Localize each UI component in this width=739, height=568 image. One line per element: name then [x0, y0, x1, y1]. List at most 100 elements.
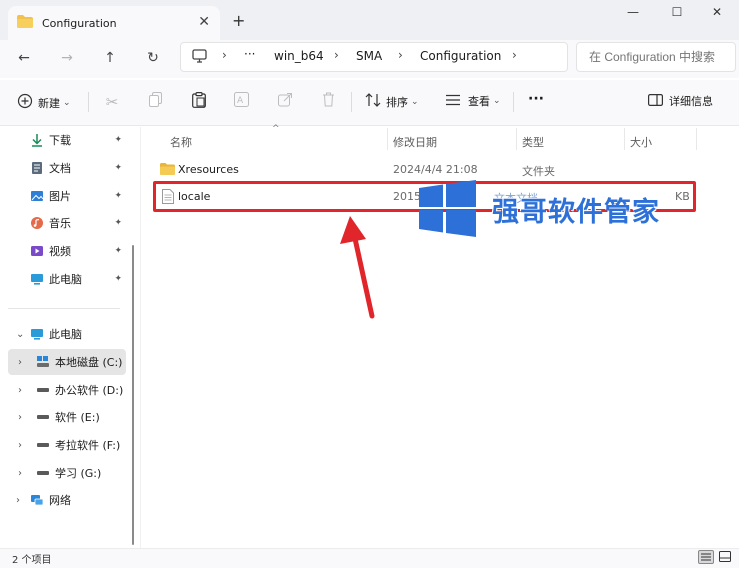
column-separator[interactable] — [624, 128, 625, 150]
details-button[interactable]: 详细信息 — [648, 93, 713, 109]
forward-button[interactable]: → — [56, 48, 78, 68]
chevron-right-icon[interactable]: › — [18, 440, 22, 451]
sidebar-item-drive-f[interactable]: › 考拉软件 (F:) — [8, 432, 126, 458]
tab-close-icon[interactable]: ✕ — [198, 14, 210, 30]
column-header-type[interactable]: 类型 — [522, 134, 544, 150]
chevron-right-icon[interactable]: › — [18, 385, 22, 396]
sidebar-item-drive-d[interactable]: › 办公软件 (D:) — [8, 377, 126, 403]
breadcrumb-win-b64[interactable]: win_b64 — [274, 49, 324, 63]
breadcrumb-more[interactable]: ··· — [244, 47, 255, 61]
pane-divider[interactable] — [140, 127, 141, 548]
sidebar-item-label: 考拉软件 (F:) — [55, 439, 121, 452]
sidebar-item-music[interactable]: 音乐 ✦ — [8, 210, 126, 236]
pin-icon: ✦ — [114, 246, 122, 256]
red-arrow-annotation — [330, 212, 390, 325]
details-pane-icon — [648, 93, 664, 109]
sidebar-item-label: 图片 — [49, 190, 71, 203]
sidebar-item-documents[interactable]: 文档 ✦ — [8, 155, 126, 181]
computer-icon — [30, 327, 44, 341]
tab-configuration[interactable]: Configuration ✕ — [8, 6, 220, 40]
share-icon[interactable] — [275, 92, 295, 112]
sidebar-item-downloads[interactable]: 下载 ✦ — [8, 127, 126, 153]
tiles-view-icon[interactable] — [718, 550, 734, 564]
sidebar-item-videos[interactable]: 视频 ✦ — [8, 238, 126, 264]
minimize-button[interactable]: — — [618, 4, 648, 26]
breadcrumb-configuration[interactable]: Configuration — [420, 49, 501, 63]
download-icon — [30, 133, 44, 147]
breadcrumb-separator[interactable]: › — [398, 48, 403, 62]
column-header-date[interactable]: 修改日期 — [393, 134, 437, 150]
sidebar-item-drive-c[interactable]: › 本地磁盘 (C:) — [8, 349, 126, 375]
chevron-right-icon[interactable]: › — [18, 468, 22, 479]
view-button[interactable]: 查看 ⌄ — [445, 93, 501, 109]
chevron-right-icon[interactable]: › — [16, 495, 20, 506]
details-view-icon[interactable] — [698, 550, 714, 564]
file-row[interactable]: Xresources 2024/4/4 21:08 文件夹 — [154, 158, 694, 182]
up-button[interactable]: ↑ — [99, 48, 121, 68]
details-label: 详细信息 — [669, 95, 713, 108]
file-type: 文件夹 — [522, 165, 555, 178]
file-name: Xresources — [178, 163, 239, 176]
drive-icon — [36, 466, 50, 480]
chevron-down-icon: ⌄ — [63, 97, 71, 108]
network-icon — [30, 493, 44, 507]
rename-icon[interactable]: A — [231, 92, 251, 112]
monitor-icon — [192, 49, 207, 66]
sort-ascending-icon: ^ — [272, 124, 280, 134]
column-separator[interactable] — [516, 128, 517, 150]
new-tab-button[interactable]: + — [232, 11, 245, 30]
computer-icon — [30, 272, 44, 286]
column-header-size[interactable]: 大小 — [630, 134, 652, 150]
sidebar-item-label: 学习 (G:) — [55, 467, 102, 480]
sidebar-item-label: 此电脑 — [49, 273, 82, 286]
chevron-right-icon[interactable]: › — [18, 357, 22, 368]
breadcrumb-sma[interactable]: SMA — [356, 49, 382, 63]
toolbar-divider — [351, 92, 352, 112]
column-separator[interactable] — [387, 128, 388, 150]
sidebar-item-this-pc[interactable]: ⌄ 此电脑 — [8, 321, 126, 347]
more-options-button[interactable]: ··· — [528, 91, 544, 107]
sidebar-item-label: 下载 — [49, 134, 71, 147]
breadcrumb-separator[interactable]: › — [222, 48, 227, 62]
search-input[interactable] — [576, 42, 736, 72]
sidebar-item-label: 办公软件 (D:) — [55, 384, 124, 397]
view-lines-icon — [445, 94, 461, 109]
pin-icon: ✦ — [114, 218, 122, 228]
sidebar-item-label: 软件 (E:) — [55, 411, 100, 424]
new-button[interactable]: 新建 ⌄ — [17, 93, 71, 112]
column-header-name[interactable]: 名称 — [170, 134, 192, 150]
cut-icon[interactable]: ✂ — [102, 92, 122, 112]
file-date: 2024/4/4 21:08 — [393, 163, 478, 176]
maximize-button[interactable]: ☐ — [662, 4, 692, 26]
breadcrumb-separator[interactable]: › — [512, 48, 517, 62]
refresh-button[interactable]: ↻ — [142, 48, 164, 68]
pin-icon: ✦ — [114, 163, 122, 173]
folder-icon — [17, 15, 33, 31]
sidebar-item-pictures[interactable]: 图片 ✦ — [8, 183, 126, 209]
drive-icon — [36, 438, 50, 452]
sidebar-item-drive-g[interactable]: › 学习 (G:) — [8, 460, 126, 486]
paste-icon[interactable] — [189, 92, 209, 112]
view-label: 查看 — [468, 95, 490, 108]
close-window-button[interactable]: ✕ — [702, 4, 732, 26]
sidebar-item-drive-e[interactable]: › 软件 (E:) — [8, 404, 126, 430]
chevron-down-icon[interactable]: ⌄ — [16, 329, 24, 340]
pin-icon: ✦ — [114, 274, 122, 284]
sidebar-item-network[interactable]: › 网络 — [8, 487, 126, 513]
document-icon — [30, 161, 44, 175]
sidebar-item-label: 视频 — [49, 245, 71, 258]
back-button[interactable]: ← — [13, 48, 35, 68]
sort-button[interactable]: 排序 ⌄ — [365, 93, 419, 110]
folder-icon — [160, 163, 175, 178]
sidebar-item-this-pc-pinned[interactable]: 此电脑 ✦ — [8, 266, 126, 292]
breadcrumb-separator[interactable]: › — [334, 48, 339, 62]
copy-icon[interactable] — [146, 92, 166, 112]
chevron-right-icon[interactable]: › — [18, 412, 22, 423]
item-count: 2 个项目 — [12, 555, 52, 566]
sidebar-scrollbar-thumb[interactable] — [132, 245, 134, 545]
pin-icon: ✦ — [114, 191, 122, 201]
delete-icon[interactable] — [318, 92, 338, 112]
new-label: 新建 — [38, 96, 60, 110]
column-separator[interactable] — [696, 128, 697, 150]
tab-title: Configuration — [42, 16, 117, 30]
